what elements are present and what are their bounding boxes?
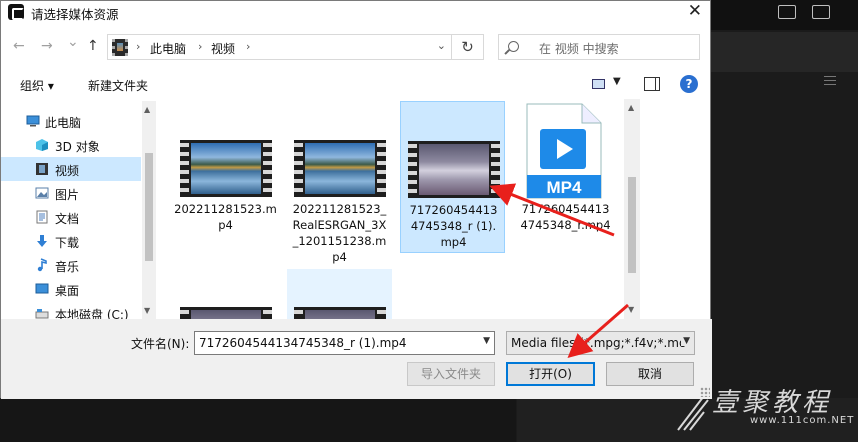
file-item[interactable]: 202211281523_RealESRGAN_3X_1201151238.mp… xyxy=(287,101,392,271)
file-name: 7172604544134745348_r (1).mp4 xyxy=(409,203,498,249)
import-folder-button[interactable]: 导入文件夹 xyxy=(407,362,495,386)
tree-item-label: 3D 对象 xyxy=(55,140,100,154)
background-app-header xyxy=(710,0,858,30)
pc-icon xyxy=(26,115,40,127)
resize-grip-icon[interactable] xyxy=(700,387,710,397)
search-placeholder: 在 视频 中搜索 xyxy=(539,42,619,56)
up-arrow-icon[interactable]: ↑ xyxy=(87,38,99,54)
file-item[interactable] xyxy=(173,304,278,319)
file-item[interactable]: MP4 7172604544134745348_r.mp4 xyxy=(513,101,618,241)
tree-item-music[interactable]: 音乐 xyxy=(1,253,141,277)
tree-item-this-pc[interactable]: 此电脑 xyxy=(1,109,141,133)
file-list: 202211281523.mp4 202211281523_RealESRGAN… xyxy=(158,99,624,319)
forward-arrow-icon[interactable]: → xyxy=(41,38,53,54)
file-name: 202211281523_RealESRGAN_3X_1201151238.mp… xyxy=(292,202,387,264)
address-bar[interactable]: › 此电脑 › 视频 › ⌄ xyxy=(107,34,452,60)
video-thumbnail xyxy=(294,307,386,319)
file-name: 202211281523.mp4 xyxy=(174,202,277,232)
refresh-button[interactable]: ↻ xyxy=(452,34,484,60)
video-thumbnail xyxy=(408,141,500,198)
3d-objects-icon xyxy=(36,139,48,151)
video-folder-icon xyxy=(112,39,128,56)
tree-item-label: 视频 xyxy=(55,164,80,178)
scrollbar-thumb[interactable] xyxy=(628,177,636,273)
layout-icon[interactable] xyxy=(812,5,830,19)
close-button[interactable]: ✕ xyxy=(688,1,702,21)
tree-item-label: 此电脑 xyxy=(45,116,82,130)
tree-item-downloads[interactable]: 下载 xyxy=(1,229,141,253)
navigation-scrollbar[interactable]: ▲ ▼ xyxy=(142,101,156,319)
tree-item-label: 桌面 xyxy=(55,284,80,298)
file-type-select[interactable]: Media files (*.mpg;*.f4v;*.mo ▼ xyxy=(506,331,695,355)
video-thumbnail xyxy=(294,140,386,197)
scroll-down-icon[interactable]: ▼ xyxy=(628,305,634,314)
search-input[interactable]: 在 视频 中搜索 xyxy=(498,34,700,60)
scroll-up-icon[interactable]: ▲ xyxy=(144,105,150,114)
drive-icon xyxy=(35,309,49,319)
file-item[interactable]: 202211281523.mp4 xyxy=(173,101,278,236)
keyboard-icon[interactable] xyxy=(778,5,796,19)
tree-item-label: 文档 xyxy=(55,212,80,226)
file-item-selected[interactable]: 7172604544134745348_r (1).mp4 xyxy=(400,101,505,253)
view-mode-dropdown-icon[interactable]: ▼ xyxy=(613,76,621,87)
search-icon xyxy=(508,41,519,52)
tree-item-label: 图片 xyxy=(55,188,80,202)
help-icon[interactable]: ? xyxy=(680,75,698,93)
filename-input[interactable]: 7172604544134745348_r (1).mp4 ▼ xyxy=(194,331,495,355)
cancel-button[interactable]: 取消 xyxy=(606,362,694,386)
back-arrow-icon[interactable]: ← xyxy=(13,38,25,54)
documents-icon xyxy=(36,210,48,224)
title-bar: 请选择媒体资源 ✕ xyxy=(1,1,710,23)
file-name: 7172604544134745348_r.mp4 xyxy=(520,202,611,232)
video-folder-icon xyxy=(36,163,48,175)
tree-item-videos[interactable]: 视频 xyxy=(1,157,141,181)
tree-item-pictures[interactable]: 图片 xyxy=(1,181,141,205)
mp4-file-icon: MP4 xyxy=(526,103,602,199)
breadcrumb-videos[interactable]: 视频 xyxy=(211,40,235,57)
tree-item-label: 音乐 xyxy=(55,260,80,274)
recent-locations-icon[interactable]: ⌄ xyxy=(67,34,79,50)
scroll-down-icon[interactable]: ▼ xyxy=(144,306,150,315)
breadcrumb-this-pc[interactable]: 此电脑 xyxy=(150,40,186,57)
file-item-hovered[interactable] xyxy=(287,269,392,319)
preview-pane-icon[interactable] xyxy=(644,77,660,91)
file-list-scrollbar[interactable]: ▲ ▼ xyxy=(624,99,640,319)
chevron-down-icon[interactable]: ▼ xyxy=(483,336,490,346)
chevron-down-icon[interactable]: ⌄ xyxy=(437,39,446,52)
filename-value: 7172604544134745348_r (1).mp4 xyxy=(199,336,407,350)
new-folder-button[interactable]: 新建文件夹 xyxy=(88,77,148,94)
chevron-right-icon: › xyxy=(136,40,141,53)
view-mode-icon[interactable] xyxy=(592,79,605,89)
tree-item-desktop[interactable]: 桌面 xyxy=(1,277,141,301)
background-panel xyxy=(710,32,858,85)
background-timeline xyxy=(0,398,516,442)
pictures-icon xyxy=(35,187,49,199)
scroll-up-icon[interactable]: ▲ xyxy=(628,103,634,112)
video-thumbnail xyxy=(180,307,272,319)
navigation-pane: 此电脑 3D 对象 视频 图片 文档 下载 音乐 桌面 本地磁盘 (C:) ▲ … xyxy=(1,101,156,322)
organize-menu-button[interactable]: 组织 ▾ xyxy=(20,77,54,94)
desktop-icon xyxy=(35,283,49,294)
dialog-footer: 文件名(N): 7172604544134745348_r (1).mp4 ▼ … xyxy=(1,319,712,399)
scrollbar-thumb[interactable] xyxy=(145,153,153,261)
mp4-badge: MP4 xyxy=(547,178,583,197)
filename-label: 文件名(N): xyxy=(131,337,190,351)
navigation-bar: ← → ⌄ ↑ › 此电脑 › 视频 › ⌄ ↻ 在 视频 中搜索 xyxy=(1,32,712,62)
command-bar: 组织 ▾ 新建文件夹 ▼ ? xyxy=(1,71,712,99)
chevron-down-icon[interactable]: ▼ xyxy=(681,336,690,346)
video-thumbnail xyxy=(180,140,272,197)
tree-item-documents[interactable]: 文档 xyxy=(1,205,141,229)
open-button[interactable]: 打开(O) xyxy=(506,362,595,386)
dialog-title: 请选择媒体资源 xyxy=(31,7,119,22)
hamburger-menu-icon[interactable] xyxy=(824,76,836,88)
downloads-icon xyxy=(37,235,47,247)
tree-item-label: 下载 xyxy=(55,236,80,250)
tree-item-3d-objects[interactable]: 3D 对象 xyxy=(1,133,141,157)
music-icon xyxy=(37,258,47,272)
app-logo-icon xyxy=(8,4,24,20)
chevron-right-icon: › xyxy=(246,40,251,53)
open-file-dialog: 请选择媒体资源 ✕ ← → ⌄ ↑ › 此电脑 › 视频 › ⌄ ↻ 在 视频 … xyxy=(0,0,712,399)
chevron-right-icon: › xyxy=(198,40,203,53)
file-type-value: Media files (*.mpg;*.f4v;*.mo xyxy=(511,336,687,350)
